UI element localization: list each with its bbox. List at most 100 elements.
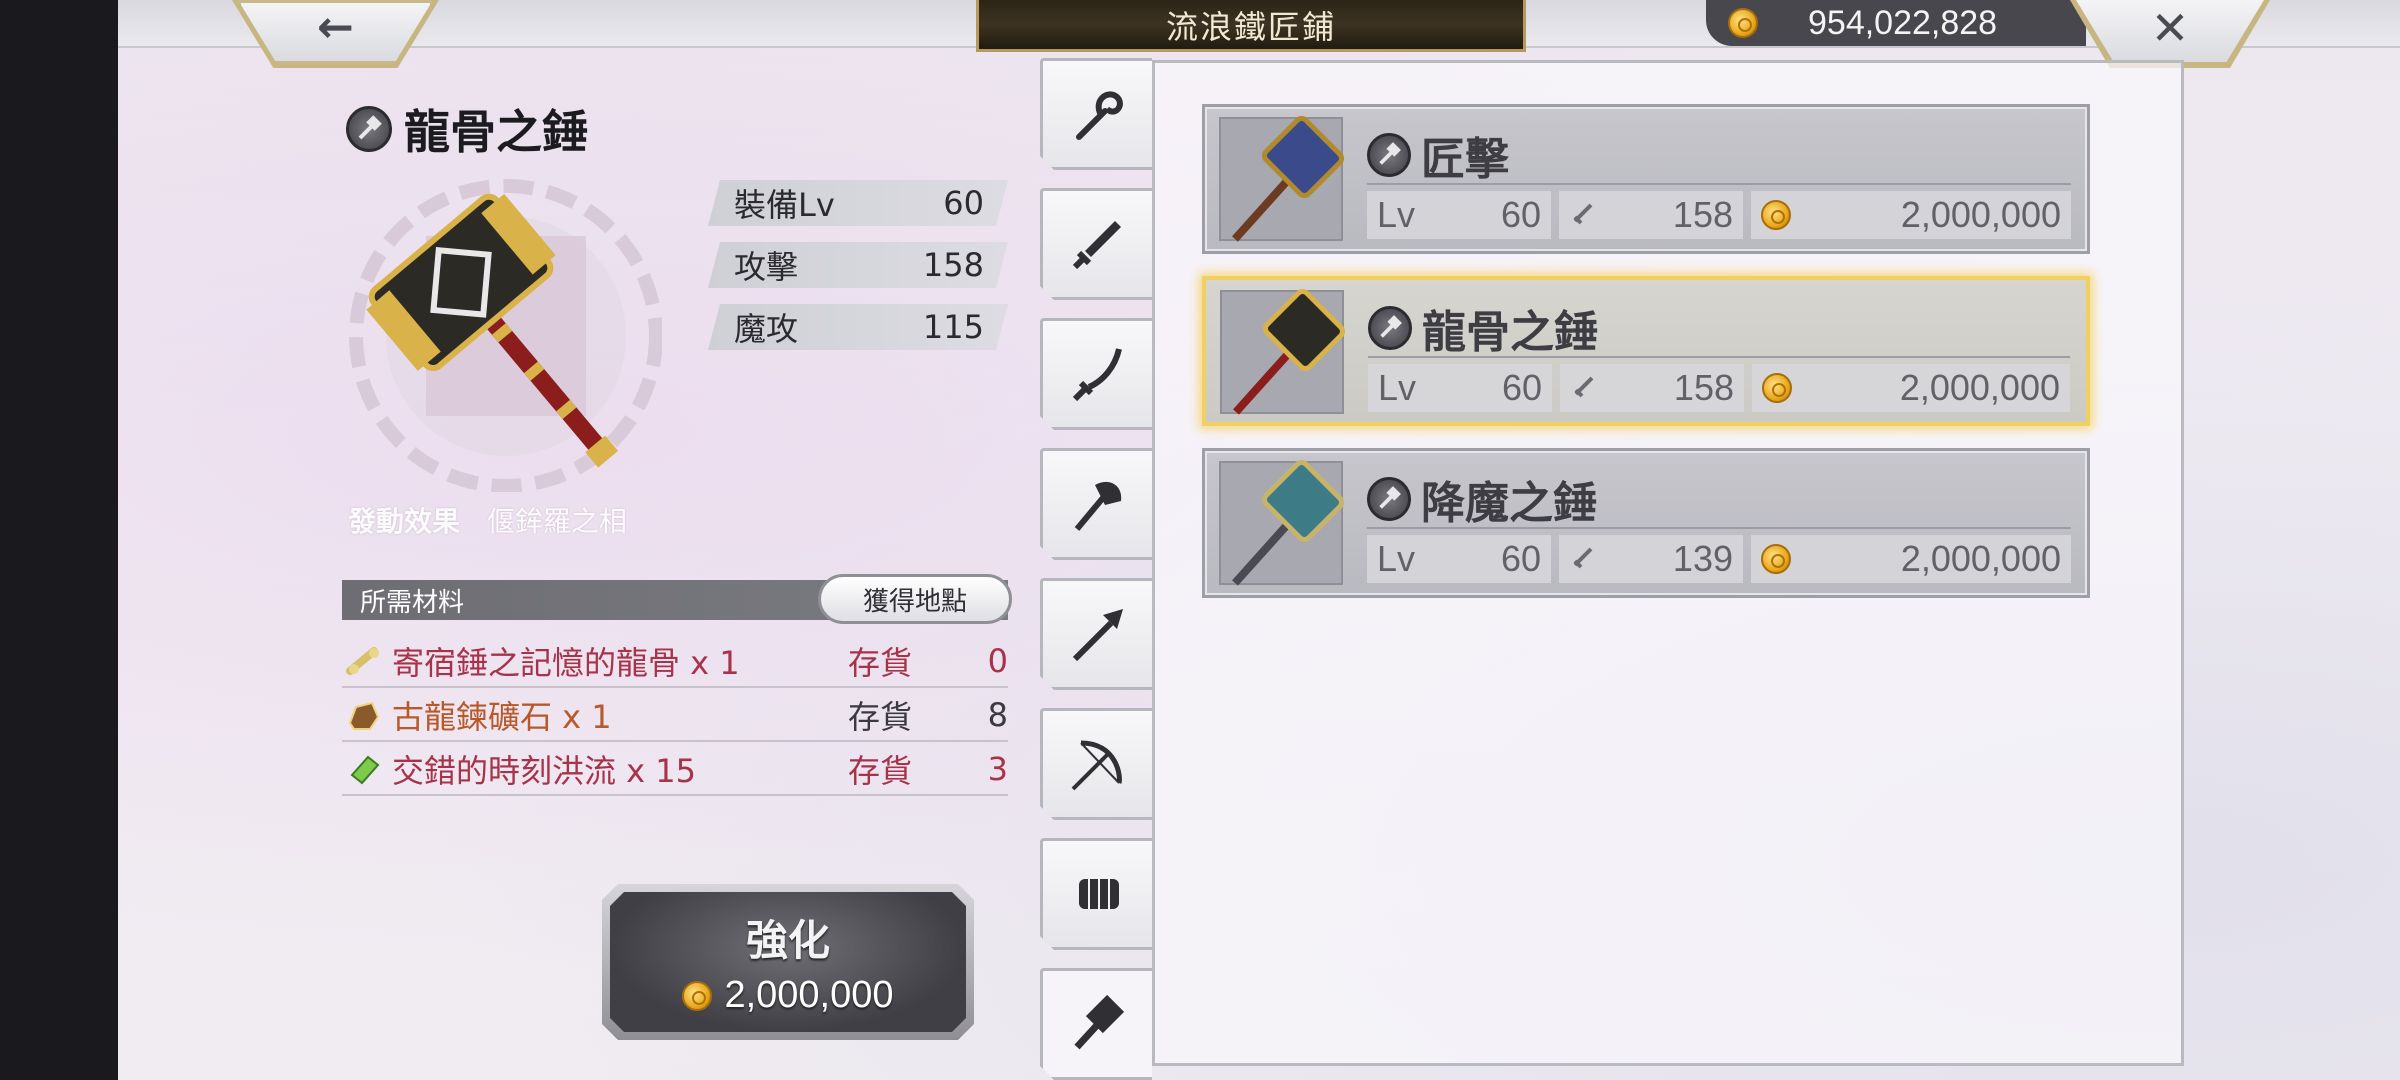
cost-value: 2,000,000 bbox=[1899, 367, 2060, 408]
attack-cell: 158 bbox=[1559, 191, 1743, 239]
level-cell: Lv 60 bbox=[1367, 191, 1551, 239]
stock-value: 8 bbox=[987, 696, 1008, 734]
skill-effect: 發動效果 偃鉾羅之相 bbox=[348, 500, 627, 540]
katana-icon bbox=[1065, 341, 1131, 407]
stat-value: 115 bbox=[922, 308, 984, 346]
tab-spear[interactable] bbox=[1040, 578, 1152, 690]
stat-row-magic: 魔攻 115 bbox=[708, 304, 1008, 350]
cost-cell: 2,000,000 bbox=[1751, 535, 2071, 583]
dragon-bone-icon bbox=[346, 647, 379, 675]
weapon-detail-title: 龍骨之錘 bbox=[346, 96, 588, 162]
cost-cell: 2,000,000 bbox=[1752, 364, 2070, 412]
effect-label: 發動效果 bbox=[348, 505, 461, 538]
weapon-card-title: 龍骨之錘 bbox=[1368, 296, 1598, 360]
game-screen: ← 流浪鐵匠鋪 954,022,828 ✕ 龍骨之錘 裝備Lv 60 攻擊 15… bbox=[118, 0, 2400, 1080]
hammer-type-icon bbox=[1367, 477, 1411, 521]
hammer-weapon-icon bbox=[1233, 288, 1346, 415]
obtain-location-button[interactable]: 獲得地點 bbox=[818, 574, 1012, 624]
coin-icon bbox=[1762, 373, 1792, 403]
material-row[interactable]: 古龍鍊礦石 x 1 存貨 8 bbox=[342, 690, 1008, 742]
tab-sword[interactable] bbox=[1040, 188, 1152, 300]
stock-label: 存貨 bbox=[848, 698, 913, 736]
upgrade-cost-value: 2,000,000 bbox=[724, 974, 894, 1016]
hammer-weapon-icon bbox=[1232, 115, 1345, 242]
shop-title: 流浪鐵匠鋪 bbox=[976, 0, 1526, 52]
weapon-card-selected[interactable]: 龍骨之錘 Lv 60 158 2,000,000 bbox=[1202, 276, 2090, 426]
weapon-card[interactable]: 匠擊 Lv 60 158 2,000,000 bbox=[1202, 104, 2090, 254]
upgrade-label: 強化 bbox=[745, 916, 830, 965]
arrow-left-icon: ← bbox=[317, 1, 354, 53]
stat-label: 攻擊 bbox=[734, 248, 799, 286]
divider bbox=[1367, 527, 2071, 529]
close-icon: ✕ bbox=[2150, 1, 2190, 55]
attack-value: 139 bbox=[1672, 538, 1733, 579]
hammer-type-icon bbox=[1367, 133, 1411, 177]
stat-label: 魔攻 bbox=[734, 310, 799, 348]
sword-icon bbox=[1065, 211, 1131, 277]
coin-icon bbox=[682, 981, 712, 1011]
level-cell: Lv 60 bbox=[1367, 535, 1551, 583]
level-label: Lv bbox=[1378, 367, 1417, 408]
weapon-card-stats: Lv 60 139 2,000,000 bbox=[1367, 535, 2071, 583]
stat-row-level: 裝備Lv 60 bbox=[708, 180, 1008, 226]
stat-value: 158 bbox=[922, 246, 984, 284]
effect-value: 偃鉾羅之相 bbox=[486, 505, 627, 538]
tab-hammer[interactable] bbox=[1040, 968, 1152, 1080]
axe-icon bbox=[1065, 471, 1131, 537]
currency-display: 954,022,828 bbox=[1706, 0, 2086, 46]
tab-staff[interactable] bbox=[1040, 58, 1152, 170]
stock-label: 存貨 bbox=[848, 644, 913, 682]
level-cell: Lv 60 bbox=[1368, 364, 1552, 412]
sword-small-icon bbox=[1573, 203, 1593, 225]
level-value: 60 bbox=[1500, 194, 1541, 235]
sword-small-icon bbox=[1573, 547, 1593, 569]
currency-amount: 954,022,828 bbox=[1808, 3, 1998, 42]
material-name: 交錯的時刻洪流 x 15 bbox=[392, 752, 697, 790]
spear-icon bbox=[1065, 601, 1131, 667]
attack-value: 158 bbox=[1673, 367, 1734, 408]
weapon-thumbnail bbox=[1219, 115, 1345, 242]
divider bbox=[1368, 356, 2070, 358]
ore-icon bbox=[348, 701, 380, 730]
material-name: 古龍鍊礦石 x 1 bbox=[392, 698, 612, 736]
level-label: Lv bbox=[1377, 194, 1416, 235]
weapon-thumbnail bbox=[1220, 288, 1346, 415]
weapon-thumbnail bbox=[1219, 459, 1345, 586]
sword-small-icon bbox=[1574, 376, 1594, 398]
weapon-name: 龍骨之錘 bbox=[404, 105, 588, 159]
weapon-card-title: 匠擊 bbox=[1367, 123, 1509, 187]
hammer-weapon-icon bbox=[1232, 459, 1345, 586]
stat-row-attack: 攻擊 158 bbox=[708, 242, 1008, 288]
level-value: 60 bbox=[1500, 538, 1541, 579]
coin-icon bbox=[1728, 8, 1758, 38]
hammer-icon bbox=[1065, 991, 1131, 1057]
tab-fist[interactable] bbox=[1040, 838, 1152, 950]
bow-icon bbox=[1065, 731, 1131, 797]
stat-label: 裝備Lv bbox=[734, 186, 835, 224]
tab-katana[interactable] bbox=[1040, 318, 1152, 430]
tab-bow[interactable] bbox=[1040, 708, 1152, 820]
weapon-card-name: 降魔之錘 bbox=[1421, 478, 1597, 529]
material-row[interactable]: 寄宿錘之記憶的龍骨 x 1 存貨 0 bbox=[342, 636, 1008, 688]
cost-value: 2,000,000 bbox=[1900, 538, 2061, 579]
staff-icon bbox=[1065, 81, 1131, 147]
weapon-portrait bbox=[346, 176, 663, 493]
cost-value: 2,000,000 bbox=[1900, 194, 2061, 235]
material-row[interactable]: 交錯的時刻洪流 x 15 存貨 3 bbox=[342, 744, 1008, 796]
coin-icon bbox=[1761, 544, 1791, 574]
stock-value: 3 bbox=[987, 750, 1008, 788]
level-label: Lv bbox=[1377, 538, 1416, 579]
attack-cell: 158 bbox=[1560, 364, 1744, 412]
stat-value: 60 bbox=[943, 184, 984, 222]
upgrade-button[interactable]: 強化 2,000,000 bbox=[610, 892, 966, 1032]
material-name: 寄宿錘之記憶的龍骨 x 1 bbox=[392, 644, 740, 682]
coin-icon bbox=[1761, 200, 1791, 230]
upgrade-cost: 2,000,000 bbox=[682, 974, 893, 1017]
stock-label: 存貨 bbox=[848, 752, 913, 790]
hammer-type-icon bbox=[1368, 306, 1412, 350]
weapon-card[interactable]: 降魔之錘 Lv 60 139 2,000,000 bbox=[1202, 448, 2090, 598]
weapon-card-name: 龍骨之錘 bbox=[1422, 307, 1598, 358]
tab-axe[interactable] bbox=[1040, 448, 1152, 560]
cost-cell: 2,000,000 bbox=[1751, 191, 2071, 239]
weapon-card-stats: Lv 60 158 2,000,000 bbox=[1368, 364, 2070, 412]
